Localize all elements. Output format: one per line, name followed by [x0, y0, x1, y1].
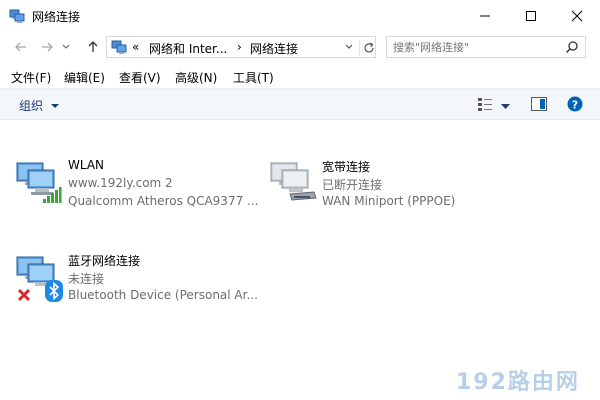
connection-item-wlan[interactable]: WLAN www.192ly.com 2 Qualcomm Atheros QC… — [16, 158, 276, 208]
arrow-right-icon — [42, 42, 53, 52]
up-button[interactable] — [84, 38, 102, 56]
menu-edit[interactable]: 编辑(E) — [64, 69, 105, 86]
connection-device: Qualcomm Atheros QCA9377 ... — [68, 194, 259, 208]
window-title: 网络连接 — [32, 10, 81, 24]
menu-file[interactable]: 文件(F) — [11, 69, 51, 86]
connection-item-bluetooth[interactable]: 蓝牙网络连接 未连接 Bluetooth Device (Personal Ar… — [16, 252, 276, 304]
address-dropdown-button[interactable] — [344, 41, 354, 55]
connection-name: WLAN — [68, 158, 105, 172]
minimize-button[interactable] — [462, 0, 508, 32]
organize-label: 组织 — [19, 99, 44, 113]
maximize-icon — [526, 11, 536, 21]
network-connections-icon — [111, 39, 127, 58]
bluetooth-icon — [45, 280, 63, 305]
command-bar: 组织 ? — [0, 88, 600, 120]
connection-name: 宽带连接 — [322, 160, 371, 174]
svg-text:?: ? — [572, 98, 578, 111]
connection-device: Bluetooth Device (Personal Ar... — [68, 288, 258, 302]
wifi-signal-icon — [42, 186, 62, 207]
watermark: 192路由网 — [456, 370, 580, 395]
error-x-icon — [17, 288, 31, 305]
connection-item-broadband[interactable]: 宽带连接 已断开连接 WAN Miniport (PPPOE) — [270, 158, 500, 208]
connection-device: WAN Miniport (PPPOE) — [322, 194, 456, 208]
menu-bar: 文件(F) 编辑(E) 查看(V) 高级(N) 工具(T) — [0, 64, 600, 88]
preview-pane-button[interactable] — [531, 97, 547, 114]
menu-advanced[interactable]: 高级(N) — [175, 69, 217, 86]
forward-button[interactable] — [38, 38, 56, 56]
chevron-down-icon — [62, 44, 70, 49]
breadcrumb-separator-icon: › — [237, 40, 242, 54]
organize-button[interactable]: 组织 — [19, 97, 59, 114]
help-icon: ? — [567, 96, 583, 112]
back-button[interactable] — [12, 38, 30, 56]
chevron-down-icon — [345, 44, 353, 49]
refresh-icon — [364, 42, 374, 53]
network-connections-icon — [9, 8, 25, 24]
connection-status: 已断开连接 — [322, 178, 383, 192]
connections-list: WLAN www.192ly.com 2 Qualcomm Atheros QC… — [0, 120, 600, 400]
navigation-bar: « 网络和 Inter... › 网络连接 — [0, 32, 600, 62]
chevron-down-icon — [50, 104, 59, 108]
change-view-button[interactable] — [477, 97, 493, 114]
close-button[interactable] — [554, 0, 600, 32]
more-view-options-button[interactable] — [501, 99, 510, 113]
help-button[interactable]: ? — [567, 96, 583, 115]
chevron-down-icon — [501, 104, 510, 109]
connection-status: www.192ly.com 2 — [68, 176, 173, 190]
close-icon — [571, 10, 583, 22]
breadcrumb-item-network-internet[interactable]: 网络和 Inter... — [149, 40, 227, 57]
search-icon[interactable] — [565, 40, 579, 57]
menu-view[interactable]: 查看(V) — [119, 69, 161, 86]
search-input[interactable] — [393, 39, 553, 55]
preview-pane-icon — [531, 97, 547, 111]
address-bar[interactable]: « 网络和 Inter... › 网络连接 — [106, 36, 376, 58]
breadcrumb-overflow[interactable]: « — [132, 40, 139, 54]
maximize-button[interactable] — [508, 0, 554, 32]
refresh-button[interactable] — [359, 40, 376, 56]
menu-tools[interactable]: 工具(T) — [233, 69, 274, 86]
details-view-icon — [478, 98, 492, 111]
breadcrumb-item-network-connections[interactable]: 网络连接 — [250, 40, 298, 57]
arrow-left-icon — [15, 42, 26, 52]
connection-name: 蓝牙网络连接 — [68, 254, 141, 268]
modem-icon — [288, 190, 318, 205]
recent-locations-button[interactable] — [60, 38, 72, 56]
arrow-up-icon — [88, 41, 98, 52]
connection-status: 未连接 — [68, 272, 105, 286]
search-box[interactable] — [386, 36, 586, 58]
minimize-icon — [480, 15, 490, 17]
title-bar: 网络连接 — [0, 0, 600, 32]
